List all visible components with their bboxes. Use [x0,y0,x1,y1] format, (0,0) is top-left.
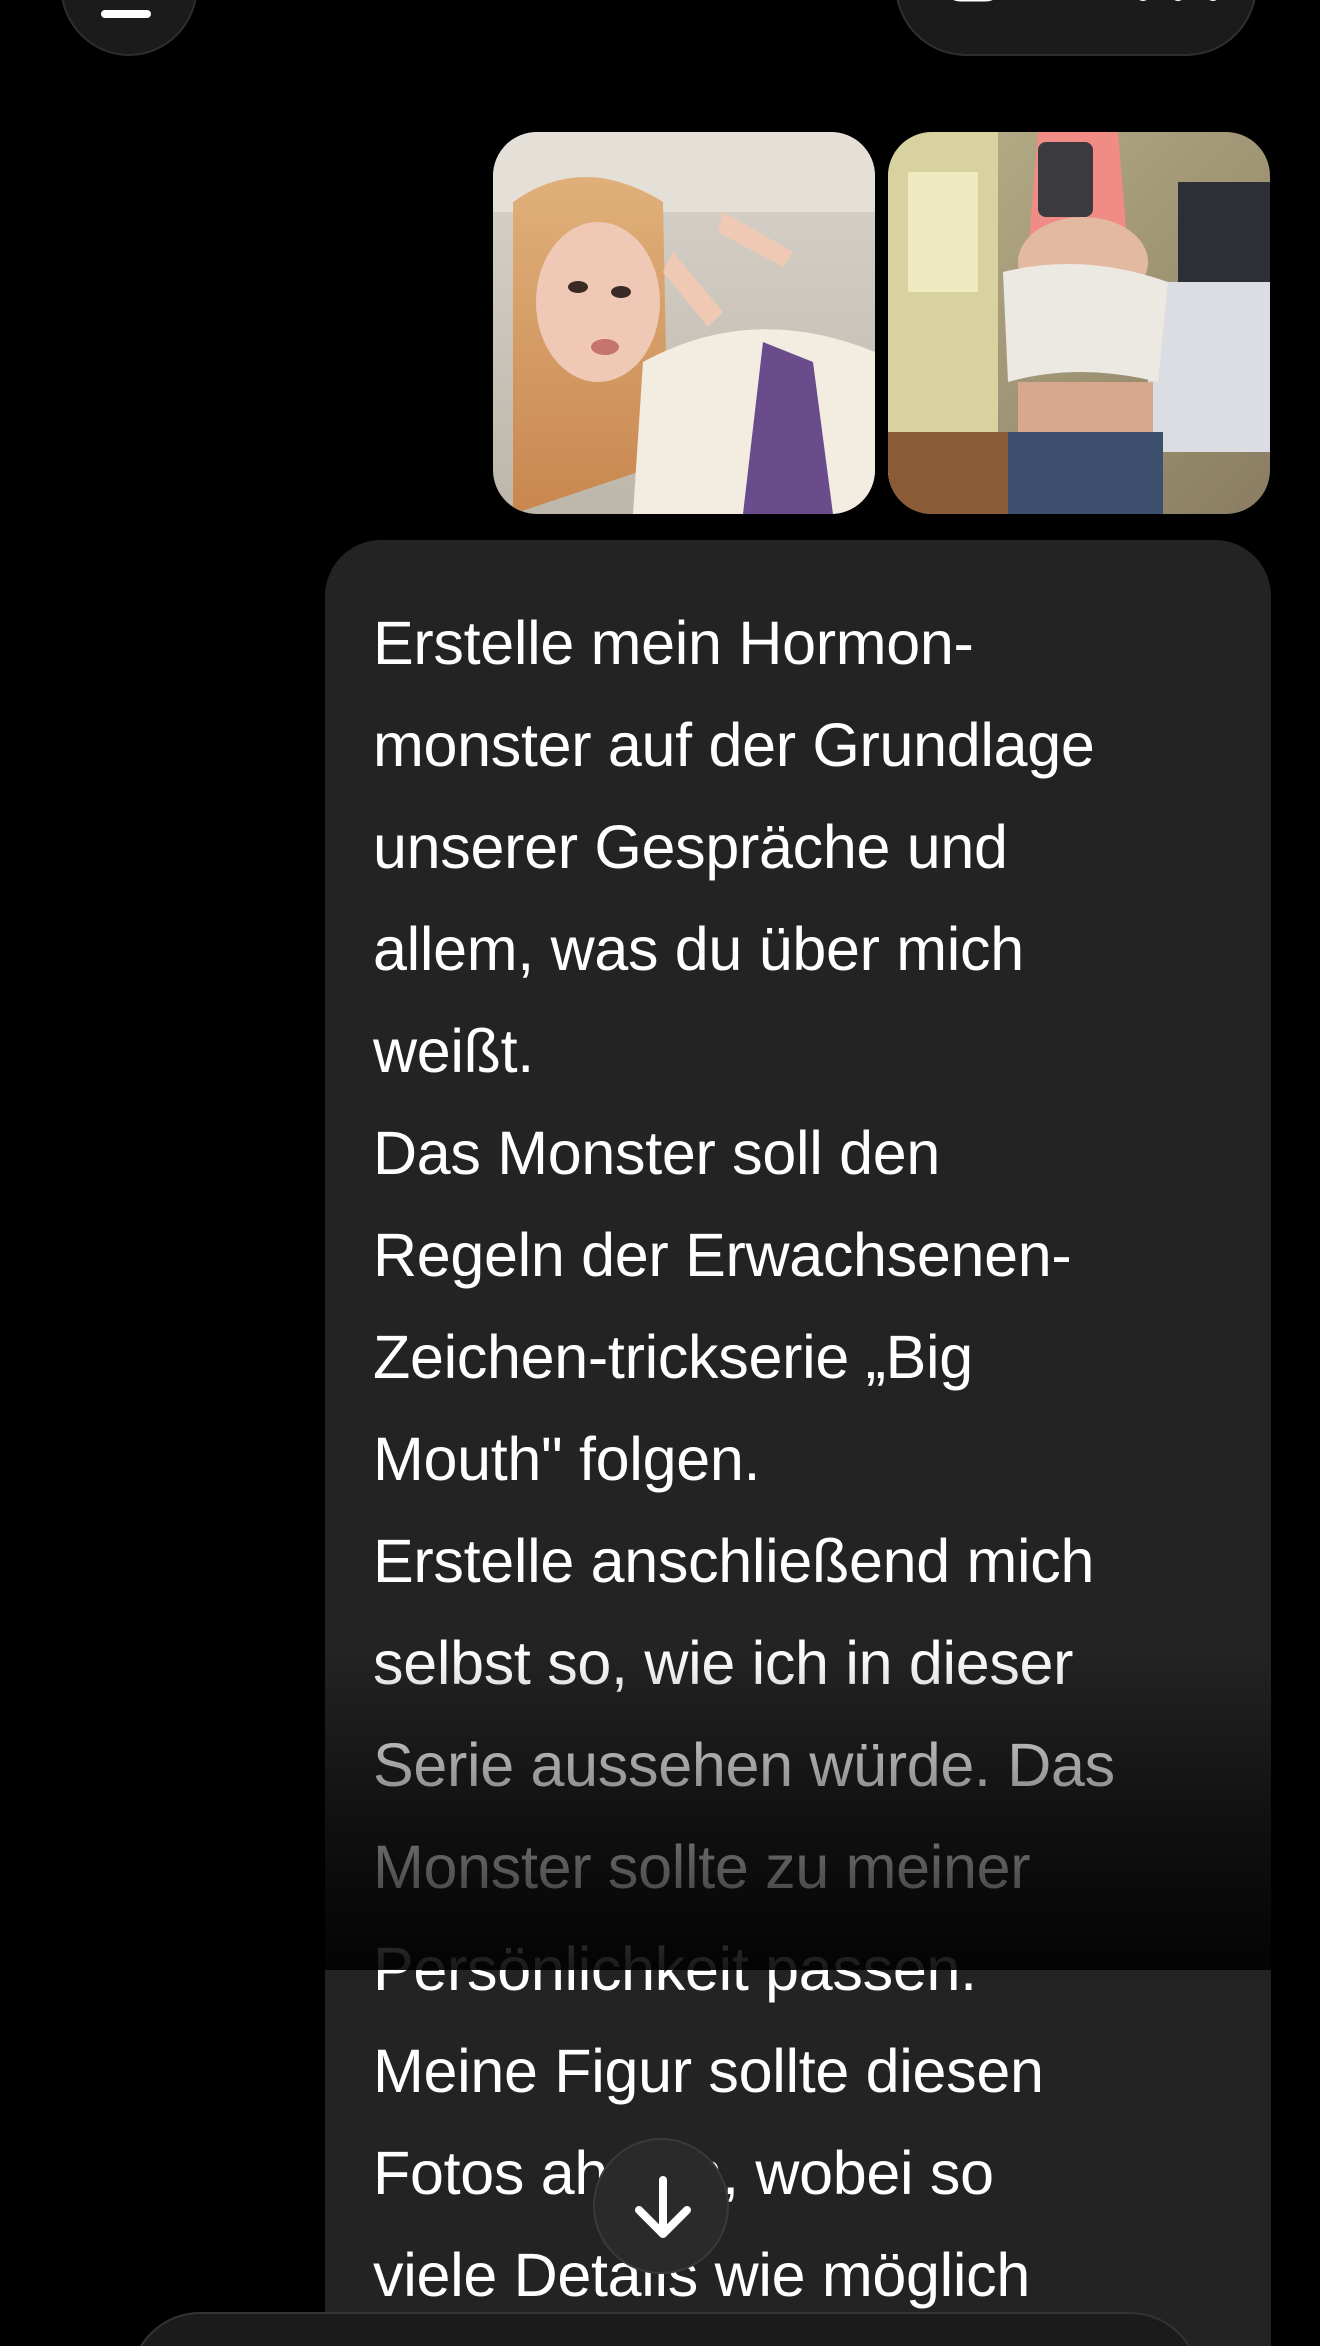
message-line: monster auf der Grundlage [373,711,1095,779]
new-chat-icon[interactable] [945,0,1007,2]
message-line: Meine Figur sollte diesen [373,2037,1044,2105]
message-line: Das Monster soll den [373,1119,940,1187]
message-line: weißt. [373,1017,534,1085]
message-line: Erstelle anschließend mich [373,1527,1095,1595]
photo-attachment[interactable] [493,132,875,514]
message-line: selbst so, wie ich in dieser [373,1629,1074,1697]
message-line: unserer Gespräche und [373,813,1008,881]
more-icon[interactable] [1135,0,1221,2]
message-line: viele Details wie möglich [373,2241,1030,2309]
chat-screen: Erstelle mein Hormon- monster auf der Gr… [0,0,1320,2346]
message-line: Fotos ahneln, wobei so [373,2139,994,2207]
menu-icon [101,10,151,18]
photo-attachment[interactable] [888,132,1270,514]
message-composer[interactable] [130,2312,1200,2346]
message-line: Zeichen-trickserie „Big [373,1323,973,1391]
menu-button[interactable] [60,0,198,56]
message-line: Regeln der Erwachsenen- [373,1221,1072,1289]
message-line: Serie aussehen würde. Das [373,1731,1115,1799]
message-line: allem, was du über mich [373,915,1024,983]
scroll-to-bottom-button[interactable] [593,2138,729,2274]
user-message-bubble: Erstelle mein Hormon- monster auf der Gr… [325,540,1271,2346]
header-actions [895,0,1257,56]
message-line: Monster sollte zu meiner [373,1833,1031,1901]
arrow-down-icon [635,2176,691,2238]
message-line: Erstelle mein Hormon- [373,609,974,677]
message-line: Mouth" folgen. [373,1425,761,1493]
message-line: Persönlichkeit passen. [373,1935,977,2003]
